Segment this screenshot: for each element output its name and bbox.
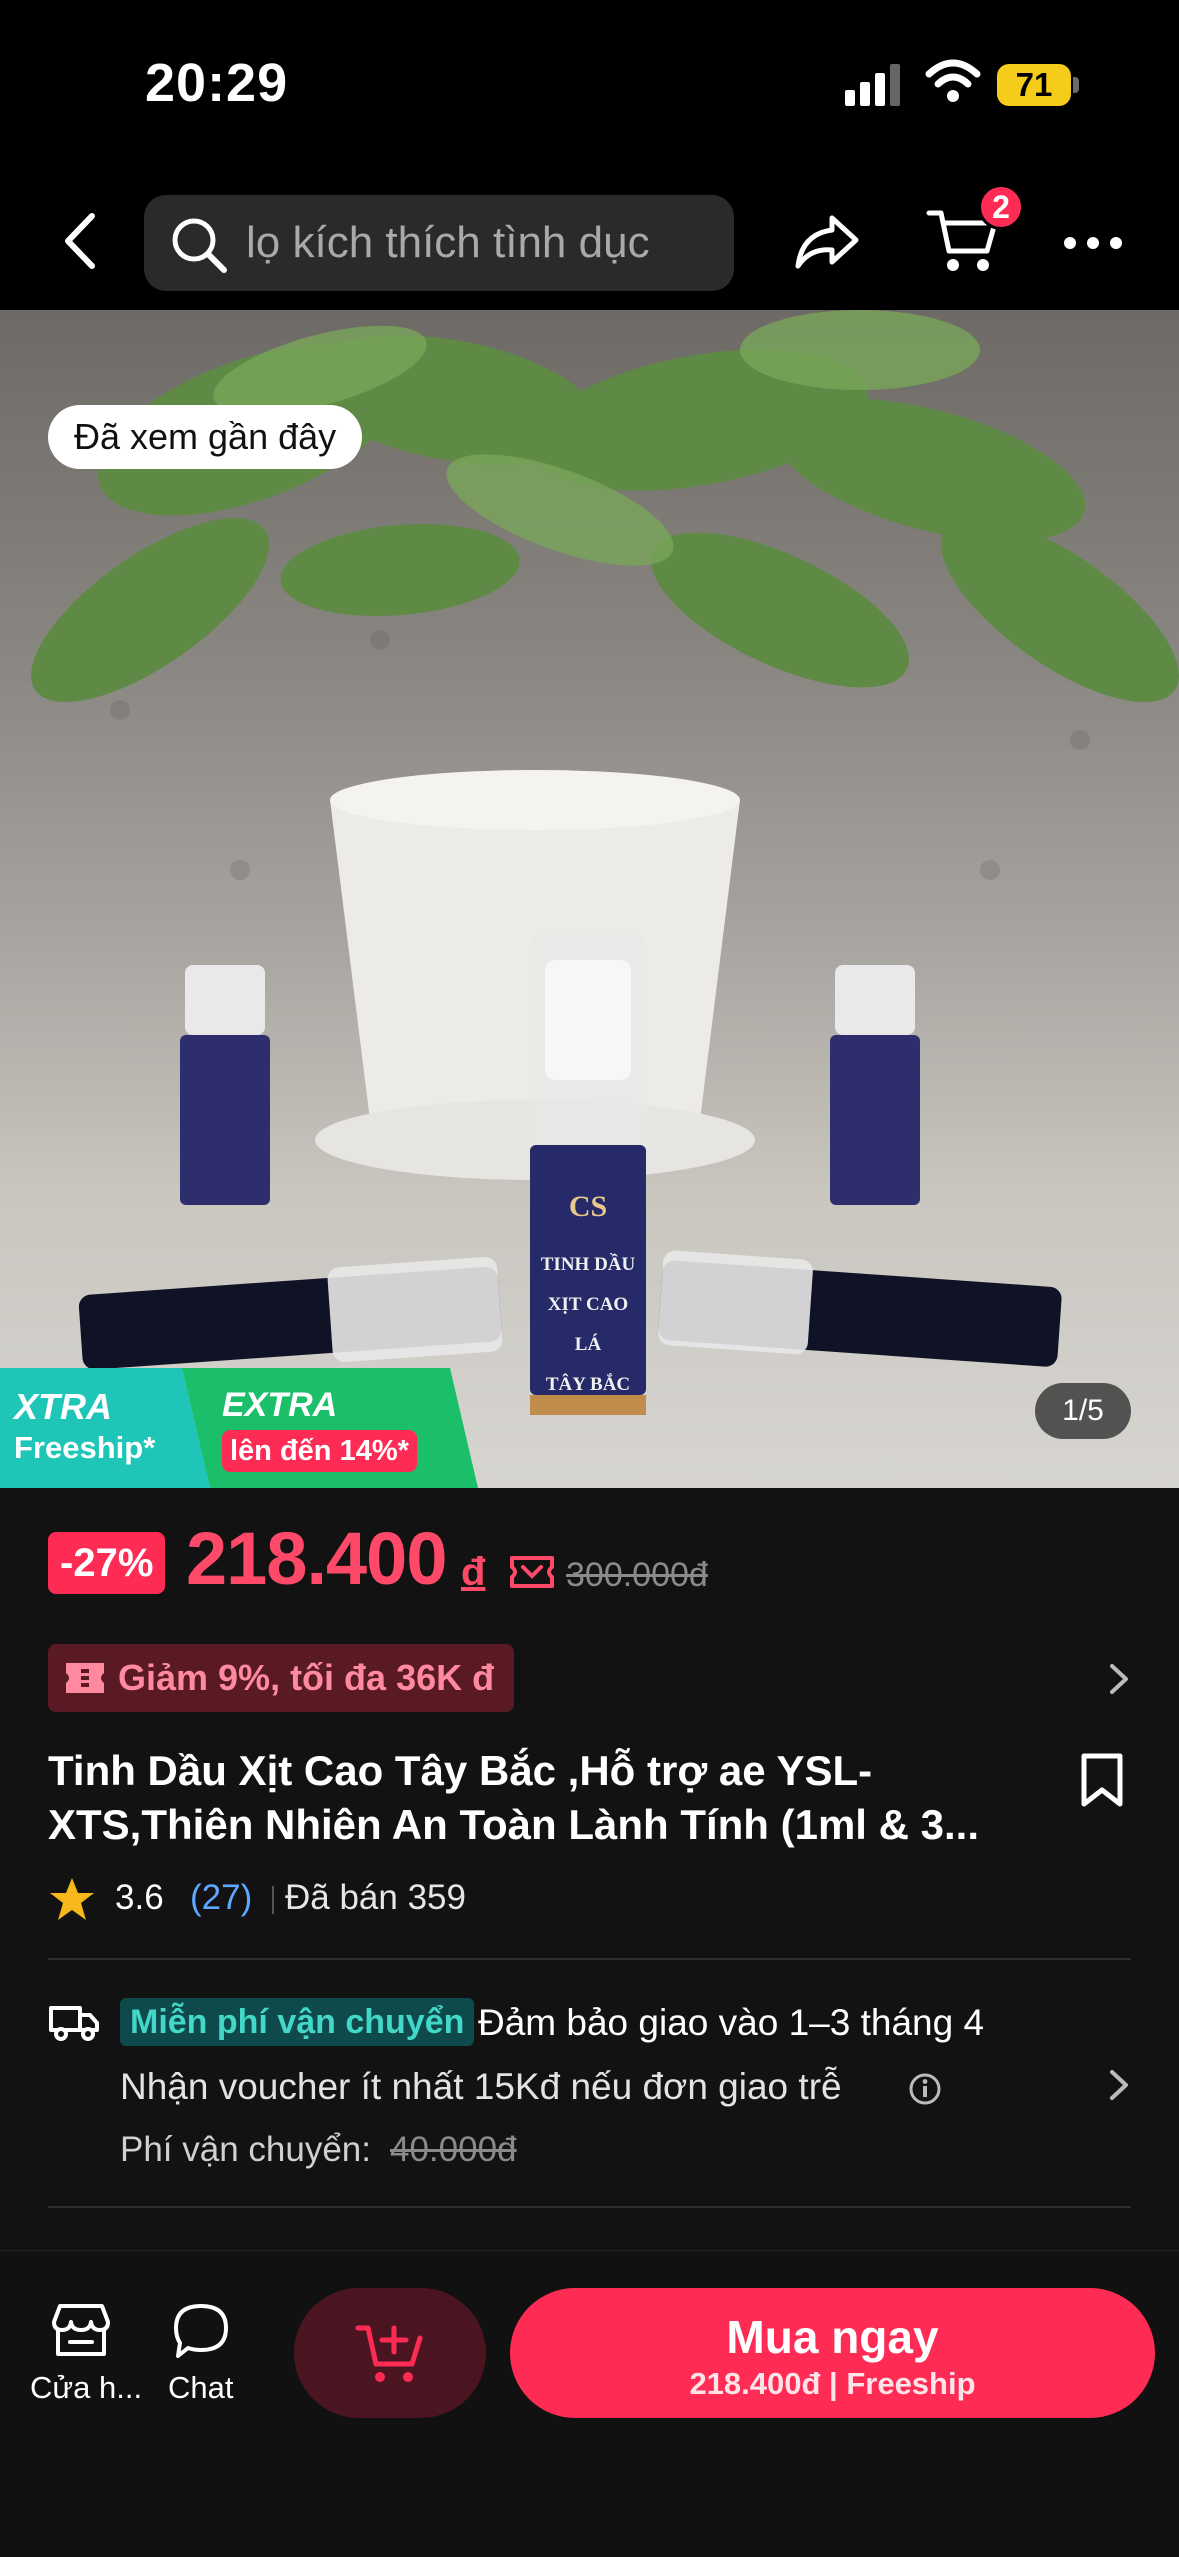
battery-nub bbox=[1073, 77, 1079, 93]
image-counter: 1/5 bbox=[1035, 1383, 1131, 1439]
info-icon[interactable] bbox=[908, 2072, 942, 2106]
more-options-icon[interactable] bbox=[1062, 235, 1124, 251]
wifi-icon bbox=[925, 59, 981, 102]
review-count-link[interactable]: (27) bbox=[190, 1878, 252, 1918]
back-arrow-icon[interactable] bbox=[60, 210, 100, 272]
search-icon bbox=[172, 218, 227, 273]
promo-xtra-label: XTRA bbox=[14, 1386, 112, 1427]
promo-extra-value: lên đến 14%* bbox=[222, 1430, 417, 1472]
chat-icon[interactable] bbox=[170, 2300, 232, 2360]
current-price: 218.400 bbox=[186, 1517, 447, 1600]
search-query[interactable]: lọ kích thích tình dục bbox=[246, 218, 650, 268]
divider bbox=[272, 1886, 274, 1914]
free-shipping-badge: Miễn phí vận chuyển bbox=[120, 1998, 475, 2046]
bottle-logo: CS bbox=[568, 1190, 608, 1223]
bottle-label-line: XỊT CAO LÁ bbox=[547, 1294, 629, 1355]
buy-now-subtitle: 218.400đ | Freeship bbox=[689, 2366, 976, 2401]
status-time: 20:29 bbox=[145, 53, 289, 113]
bookmark-icon[interactable] bbox=[1080, 1752, 1124, 1808]
bottle-label-line: TINH DẦU bbox=[540, 1254, 636, 1275]
price-currency: đ bbox=[461, 1550, 486, 1594]
share-icon[interactable] bbox=[792, 212, 862, 272]
delivery-guarantee: Đảm bảo giao vào 1–3 tháng 4 bbox=[478, 2002, 985, 2043]
add-to-cart-button[interactable] bbox=[294, 2288, 486, 2418]
original-price: 300.000đ bbox=[566, 1556, 708, 1594]
shop-label[interactable]: Cửa h... bbox=[30, 2370, 142, 2406]
shipping-fee-original: 40.000đ bbox=[390, 2130, 517, 2169]
cart-count-badge: 2 bbox=[978, 184, 1024, 230]
cellular-signal-icon bbox=[845, 64, 900, 106]
promo-extra-label: EXTRA bbox=[222, 1386, 338, 1424]
chevron-right-icon[interactable] bbox=[1108, 1662, 1130, 1696]
sold-count: Đã bán 359 bbox=[285, 1878, 466, 1917]
shop-icon[interactable] bbox=[48, 2300, 114, 2360]
buy-now-label: Mua ngay bbox=[726, 2311, 939, 2363]
shipping-fee-label: Phí vận chuyển: bbox=[120, 2130, 371, 2169]
coupon-chip[interactable]: Giảm 9%, tối đa 36K đ bbox=[48, 1644, 515, 1712]
recently-viewed-chip[interactable]: Đã xem gần đây bbox=[48, 405, 363, 469]
product-title: Tinh Dầu Xịt Cao Tây Bắc ,Hỗ trợ ae YSL-… bbox=[48, 1747, 980, 1848]
voucher-ticket-icon bbox=[510, 1556, 554, 1588]
discount-badge: -27% bbox=[48, 1532, 166, 1594]
battery-indicator: 71 bbox=[997, 64, 1071, 106]
late-delivery-voucher: Nhận voucher ít nhất 15Kđ nếu đơn giao t… bbox=[120, 2066, 842, 2107]
bottle-label-line: TÂY BẮC bbox=[545, 1374, 631, 1395]
chevron-right-icon[interactable] bbox=[1108, 2068, 1130, 2102]
buy-now-button[interactable]: Mua ngay 218.400đ | Freeship bbox=[510, 2288, 1155, 2418]
divider bbox=[48, 2206, 1131, 2208]
delivery-truck-icon bbox=[49, 2006, 99, 2041]
coupon-label: Giảm 9%, tối đa 36K đ bbox=[118, 1657, 495, 1698]
chat-label[interactable]: Chat bbox=[168, 2370, 233, 2406]
promo-freeship-label: Freeship* bbox=[14, 1430, 156, 1465]
coupon-icon bbox=[66, 1663, 104, 1693]
add-to-cart-icon bbox=[355, 2325, 423, 2382]
rating-value: 3.6 bbox=[115, 1878, 164, 1917]
star-icon bbox=[50, 1878, 94, 1920]
bottle-label: TINH DẦU XỊT CAO LÁ TÂY BẮC bbox=[535, 1245, 641, 1405]
divider bbox=[48, 1958, 1131, 1960]
product-image[interactable]: CS TINH DẦU XỊT CAO LÁ TÂY BẮC bbox=[0, 310, 1179, 1488]
